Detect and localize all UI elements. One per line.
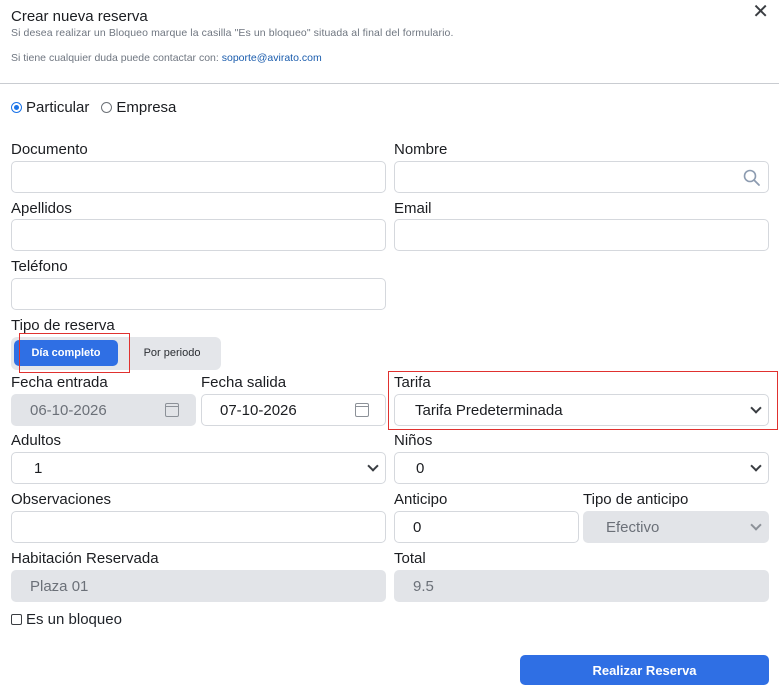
bloqueo-checkbox[interactable]	[11, 614, 22, 625]
empresa-radio-label[interactable]: Empresa	[116, 99, 176, 116]
anticipo-input[interactable]: 0	[394, 511, 579, 543]
particular-radio[interactable]	[11, 102, 22, 113]
ninos-select[interactable]: 0	[394, 452, 769, 484]
contact-text: Si tiene cualquier duda puede contactar …	[11, 52, 219, 64]
tipo-anticipo-label: Tipo de anticipo	[583, 491, 689, 508]
calendar-icon	[165, 403, 179, 417]
observaciones-input[interactable]	[11, 511, 386, 543]
ninos-label: Niños	[394, 432, 433, 449]
calendar-icon[interactable]	[355, 403, 369, 417]
telefono-label: Teléfono	[11, 258, 68, 275]
client-type-group: Particular Empresa	[11, 99, 188, 116]
total-input: 9.5	[394, 570, 769, 602]
nombre-input[interactable]	[394, 161, 769, 193]
tipo-reserva-label: Tipo de reserva	[11, 317, 115, 334]
fecha-salida-input[interactable]: 07-10-2026	[201, 394, 386, 426]
contact-line: Si tiene cualquier duda puede contactar …	[11, 52, 322, 64]
tarifa-label: Tarifa	[394, 374, 431, 391]
realizar-reserva-button[interactable]: Realizar Reserva	[520, 655, 769, 685]
apellidos-label: Apellidos	[11, 200, 72, 217]
fecha-entrada-label: Fecha entrada	[11, 374, 108, 391]
support-email-link[interactable]: soporte@avirato.com	[222, 52, 322, 64]
anticipo-label: Anticipo	[394, 491, 448, 508]
habitacion-label: Habitación Reservada	[11, 550, 159, 567]
documento-label: Documento	[11, 141, 88, 158]
nombre-label: Nombre	[394, 141, 448, 158]
dia-completo-button[interactable]: Día completo	[14, 340, 118, 366]
telefono-input[interactable]	[11, 278, 386, 310]
adultos-select[interactable]: 1	[11, 452, 386, 484]
modal-title: Crear nueva reserva	[11, 8, 148, 25]
modal-header: Crear nueva reserva Si desea realizar un…	[0, 0, 779, 84]
adultos-label: Adultos	[11, 432, 62, 449]
fecha-entrada-input: 06-10-2026	[11, 394, 196, 426]
email-label: Email	[394, 200, 432, 217]
modal-subtitle: Si desea realizar un Bloqueo marque la c…	[11, 27, 454, 39]
empresa-radio[interactable]	[101, 102, 113, 113]
apellidos-input[interactable]	[11, 219, 386, 251]
observaciones-label: Observaciones	[11, 491, 112, 508]
bloqueo-row: Es un bloqueo	[11, 611, 122, 628]
close-icon[interactable]: ✕	[752, 0, 769, 24]
particular-radio-label[interactable]: Particular	[26, 99, 89, 116]
tarifa-select[interactable]: Tarifa Predeterminada	[394, 394, 769, 426]
documento-input[interactable]	[11, 161, 386, 193]
total-label: Total	[394, 550, 426, 567]
tipo-anticipo-select: Efectivo	[583, 511, 769, 543]
search-icon[interactable]	[742, 168, 762, 188]
por-periodo-button[interactable]: Por periodo	[127, 340, 217, 366]
booking-type-toggle: Día completo Por periodo	[11, 337, 221, 370]
email-input[interactable]	[394, 219, 769, 251]
bloqueo-label[interactable]: Es un bloqueo	[26, 611, 122, 628]
fecha-salida-label: Fecha salida	[201, 374, 287, 391]
habitacion-input: Plaza 01	[11, 570, 386, 602]
